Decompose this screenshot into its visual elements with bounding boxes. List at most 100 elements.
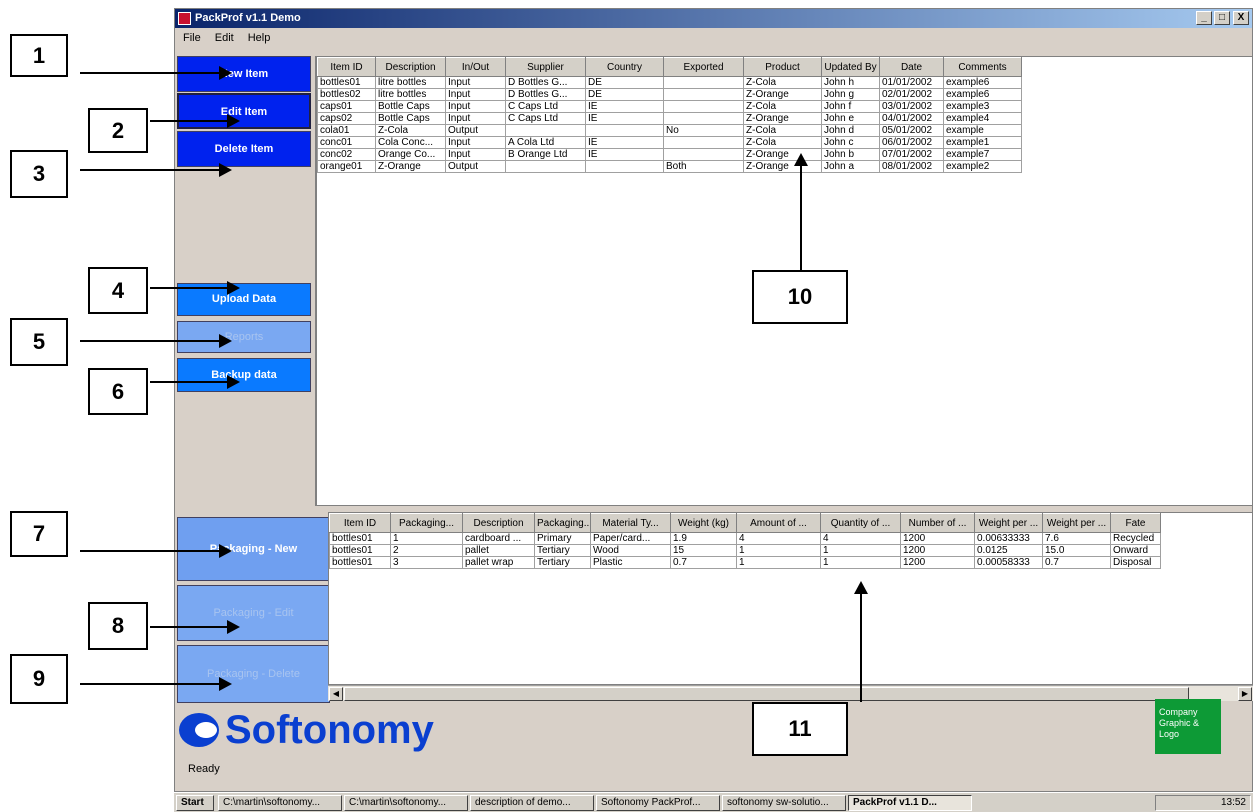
table-cell[interactable] [505, 160, 586, 173]
column-header[interactable]: In/Out [445, 57, 506, 77]
table-cell[interactable]: B Orange Ltd [505, 148, 586, 161]
table-cell[interactable]: John f [821, 100, 880, 113]
scroll-thumb[interactable] [344, 687, 1189, 701]
column-header[interactable]: Material Ty... [590, 513, 671, 533]
column-header[interactable]: Exported [663, 57, 744, 77]
table-cell[interactable]: example6 [943, 88, 1022, 101]
table-cell[interactable]: Z-Cola [743, 124, 822, 137]
table-cell[interactable]: 06/01/2002 [879, 136, 944, 149]
packaging-edit-button[interactable]: Packaging - Edit [177, 585, 330, 641]
table-cell[interactable]: John d [821, 124, 880, 137]
table-cell[interactable]: Tertiary [534, 556, 591, 569]
menu-help[interactable]: Help [248, 32, 271, 44]
table-cell[interactable]: bottles01 [329, 544, 391, 557]
table-cell[interactable]: 0.0125 [974, 544, 1043, 557]
table-cell[interactable]: Wood [590, 544, 671, 557]
table-cell[interactable]: bottles01 [329, 532, 391, 545]
table-cell[interactable]: 1 [736, 556, 821, 569]
table-row[interactable]: bottles02 litre bottles Input D Bottles G..… [317, 88, 1022, 101]
table-cell[interactable]: 1 [820, 544, 901, 557]
reports-button[interactable]: Reports [177, 321, 311, 353]
taskbar-item[interactable]: softonomy sw-solutio... [722, 795, 846, 811]
table-cell[interactable]: Tertiary [534, 544, 591, 557]
table-cell[interactable] [663, 112, 744, 125]
table-cell[interactable]: 08/01/2002 [879, 160, 944, 173]
table-cell[interactable]: Z-Orange [743, 112, 822, 125]
column-header[interactable]: Item ID [317, 57, 376, 77]
table-cell[interactable]: 15 [670, 544, 737, 557]
table-cell[interactable]: 1200 [900, 544, 975, 557]
delete-item-button[interactable]: Delete Item [177, 131, 311, 167]
table-cell[interactable]: Input [445, 76, 506, 89]
table-cell[interactable]: Input [445, 88, 506, 101]
table-cell[interactable]: 1 [736, 544, 821, 557]
table-cell[interactable]: example6 [943, 76, 1022, 89]
table-cell[interactable]: Paper/card... [590, 532, 671, 545]
table-cell[interactable]: Bottle Caps [375, 100, 446, 113]
column-header[interactable]: Number of ... [900, 513, 975, 533]
menu-file[interactable]: File [183, 32, 201, 44]
table-cell[interactable]: example7 [943, 148, 1022, 161]
table-cell[interactable]: example1 [943, 136, 1022, 149]
table-cell[interactable] [663, 148, 744, 161]
table-cell[interactable]: Both [663, 160, 744, 173]
table-cell[interactable]: 1.9 [670, 532, 737, 545]
table-cell[interactable]: 4 [820, 532, 901, 545]
start-button[interactable]: Start [176, 795, 214, 811]
column-header[interactable]: Supplier [505, 57, 586, 77]
table-cell[interactable]: C Caps Ltd [505, 100, 586, 113]
table-cell[interactable]: Z-Orange [743, 148, 822, 161]
column-header[interactable]: Description [375, 57, 446, 77]
table-row[interactable]: conc01 Cola Conc... Input A Cola Ltd IE Z-Col… [317, 136, 1022, 149]
table-cell[interactable]: example4 [943, 112, 1022, 125]
table-cell[interactable]: caps02 [317, 112, 376, 125]
table-cell[interactable]: Output [445, 124, 506, 137]
table-cell[interactable]: 02/01/2002 [879, 88, 944, 101]
table-cell[interactable]: orange01 [317, 160, 376, 173]
column-header[interactable]: Comments [943, 57, 1022, 77]
table-cell[interactable]: conc01 [317, 136, 376, 149]
horizontal-scrollbar[interactable]: ◀ ▶ [328, 685, 1253, 701]
table-cell[interactable]: pallet wrap [462, 556, 535, 569]
table-cell[interactable]: 1200 [900, 532, 975, 545]
new-item-button[interactable]: New Item [177, 56, 311, 92]
table-cell[interactable]: bottles01 [317, 76, 376, 89]
column-header[interactable]: Country [585, 57, 664, 77]
table-cell[interactable]: No [663, 124, 744, 137]
table-cell[interactable]: Recycled [1110, 532, 1161, 545]
column-header[interactable]: Weight per ... [974, 513, 1043, 533]
table-cell[interactable]: 1 [820, 556, 901, 569]
table-cell[interactable]: DE [585, 76, 664, 89]
table-cell[interactable]: 0.7 [670, 556, 737, 569]
table-cell[interactable]: Input [445, 148, 506, 161]
table-cell[interactable]: DE [585, 88, 664, 101]
table-cell[interactable]: 04/01/2002 [879, 112, 944, 125]
table-cell[interactable]: 01/01/2002 [879, 76, 944, 89]
table-cell[interactable]: John b [821, 148, 880, 161]
column-header[interactable]: Description [462, 513, 535, 533]
table-cell[interactable]: example3 [943, 100, 1022, 113]
table-cell[interactable]: cardboard ... [462, 532, 535, 545]
table-cell[interactable]: Output [445, 160, 506, 173]
minimize-button[interactable]: _ [1196, 11, 1212, 25]
table-cell[interactable]: Z-Cola [375, 124, 446, 137]
table-cell[interactable]: caps01 [317, 100, 376, 113]
table-cell[interactable]: Disposal [1110, 556, 1161, 569]
table-cell[interactable]: Z-Orange [743, 160, 822, 173]
taskbar-item[interactable]: Softonomy PackProf... [596, 795, 720, 811]
table-cell[interactable]: Primary [534, 532, 591, 545]
table-cell[interactable] [585, 124, 664, 137]
table-row[interactable]: caps02 Bottle Caps Input C Caps Ltd IE Z-Oran… [317, 112, 1022, 125]
packaging-delete-button[interactable]: Packaging - Delete [177, 645, 330, 703]
column-header[interactable]: Item ID [329, 513, 391, 533]
packaging-new-button[interactable]: Packaging - New [177, 517, 330, 581]
column-header[interactable]: Quantity of ... [820, 513, 901, 533]
table-cell[interactable]: Bottle Caps [375, 112, 446, 125]
table-cell[interactable]: litre bottles [375, 76, 446, 89]
table-cell[interactable] [663, 100, 744, 113]
table-cell[interactable]: 2 [390, 544, 463, 557]
table-cell[interactable]: litre bottles [375, 88, 446, 101]
table-cell[interactable]: John e [821, 112, 880, 125]
table-cell[interactable]: John g [821, 88, 880, 101]
table-cell[interactable]: Input [445, 136, 506, 149]
